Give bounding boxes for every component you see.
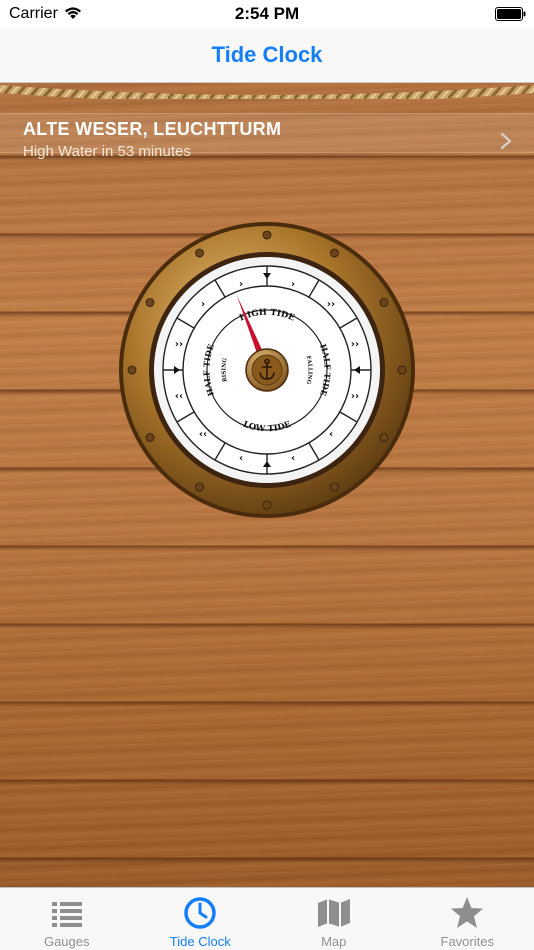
svg-text:‹: ‹: [291, 453, 295, 464]
svg-text:‹: ‹: [239, 453, 243, 464]
page-title: Tide Clock: [211, 42, 323, 67]
chevron-right-icon[interactable]: [500, 132, 512, 150]
tab-label: Gauges: [43, 934, 90, 949]
battery-icon: [495, 7, 526, 21]
status-bar: Carrier 2:54 PM: [0, 0, 534, 28]
svg-text:›: ›: [239, 279, 243, 290]
tab-label: Map: [321, 934, 347, 949]
station-name: ALTE WESER, LEUCHTTURM: [23, 119, 282, 139]
svg-text:››: ››: [351, 339, 359, 350]
tab-bar: Gauges Tide Clock Map Favorites: [0, 887, 534, 950]
list-icon: [51, 902, 82, 927]
wood-background: ALTE WESER, LEUCHTTURM High Water in 53 …: [0, 83, 534, 887]
tab-gauges[interactable]: Gauges: [0, 888, 134, 950]
rope-decoration: [0, 85, 534, 99]
svg-text:›: ›: [201, 299, 205, 310]
status-time: 2:54 PM: [234, 4, 300, 23]
star-icon: [451, 897, 484, 928]
clock-icon: [184, 897, 216, 929]
tab-favorites[interactable]: Favorites: [401, 888, 534, 950]
tab-label: Tide Clock: [169, 934, 231, 949]
map-icon: [317, 899, 350, 927]
svg-text:››: ››: [351, 391, 359, 402]
station-next-tide: High Water in 53 minutes: [23, 143, 191, 160]
tab-tide-clock[interactable]: Tide Clock: [134, 888, 268, 950]
svg-text:››: ››: [175, 339, 183, 350]
svg-text:››: ››: [327, 299, 335, 310]
tab-label: Favorites: [440, 934, 494, 949]
navigation-bar: Tide Clock: [0, 28, 534, 83]
tab-map[interactable]: Map: [267, 888, 401, 950]
svg-text:›: ›: [291, 279, 295, 290]
svg-text:‹‹: ‹‹: [199, 429, 207, 440]
svg-text:‹‹: ‹‹: [175, 391, 183, 402]
tide-dial: › › ›› ›› ›› ‹ ‹ ‹ ‹‹ ‹‹ ›› › HIGH TIDE …: [119, 222, 415, 518]
svg-text:‹: ‹: [329, 429, 333, 440]
